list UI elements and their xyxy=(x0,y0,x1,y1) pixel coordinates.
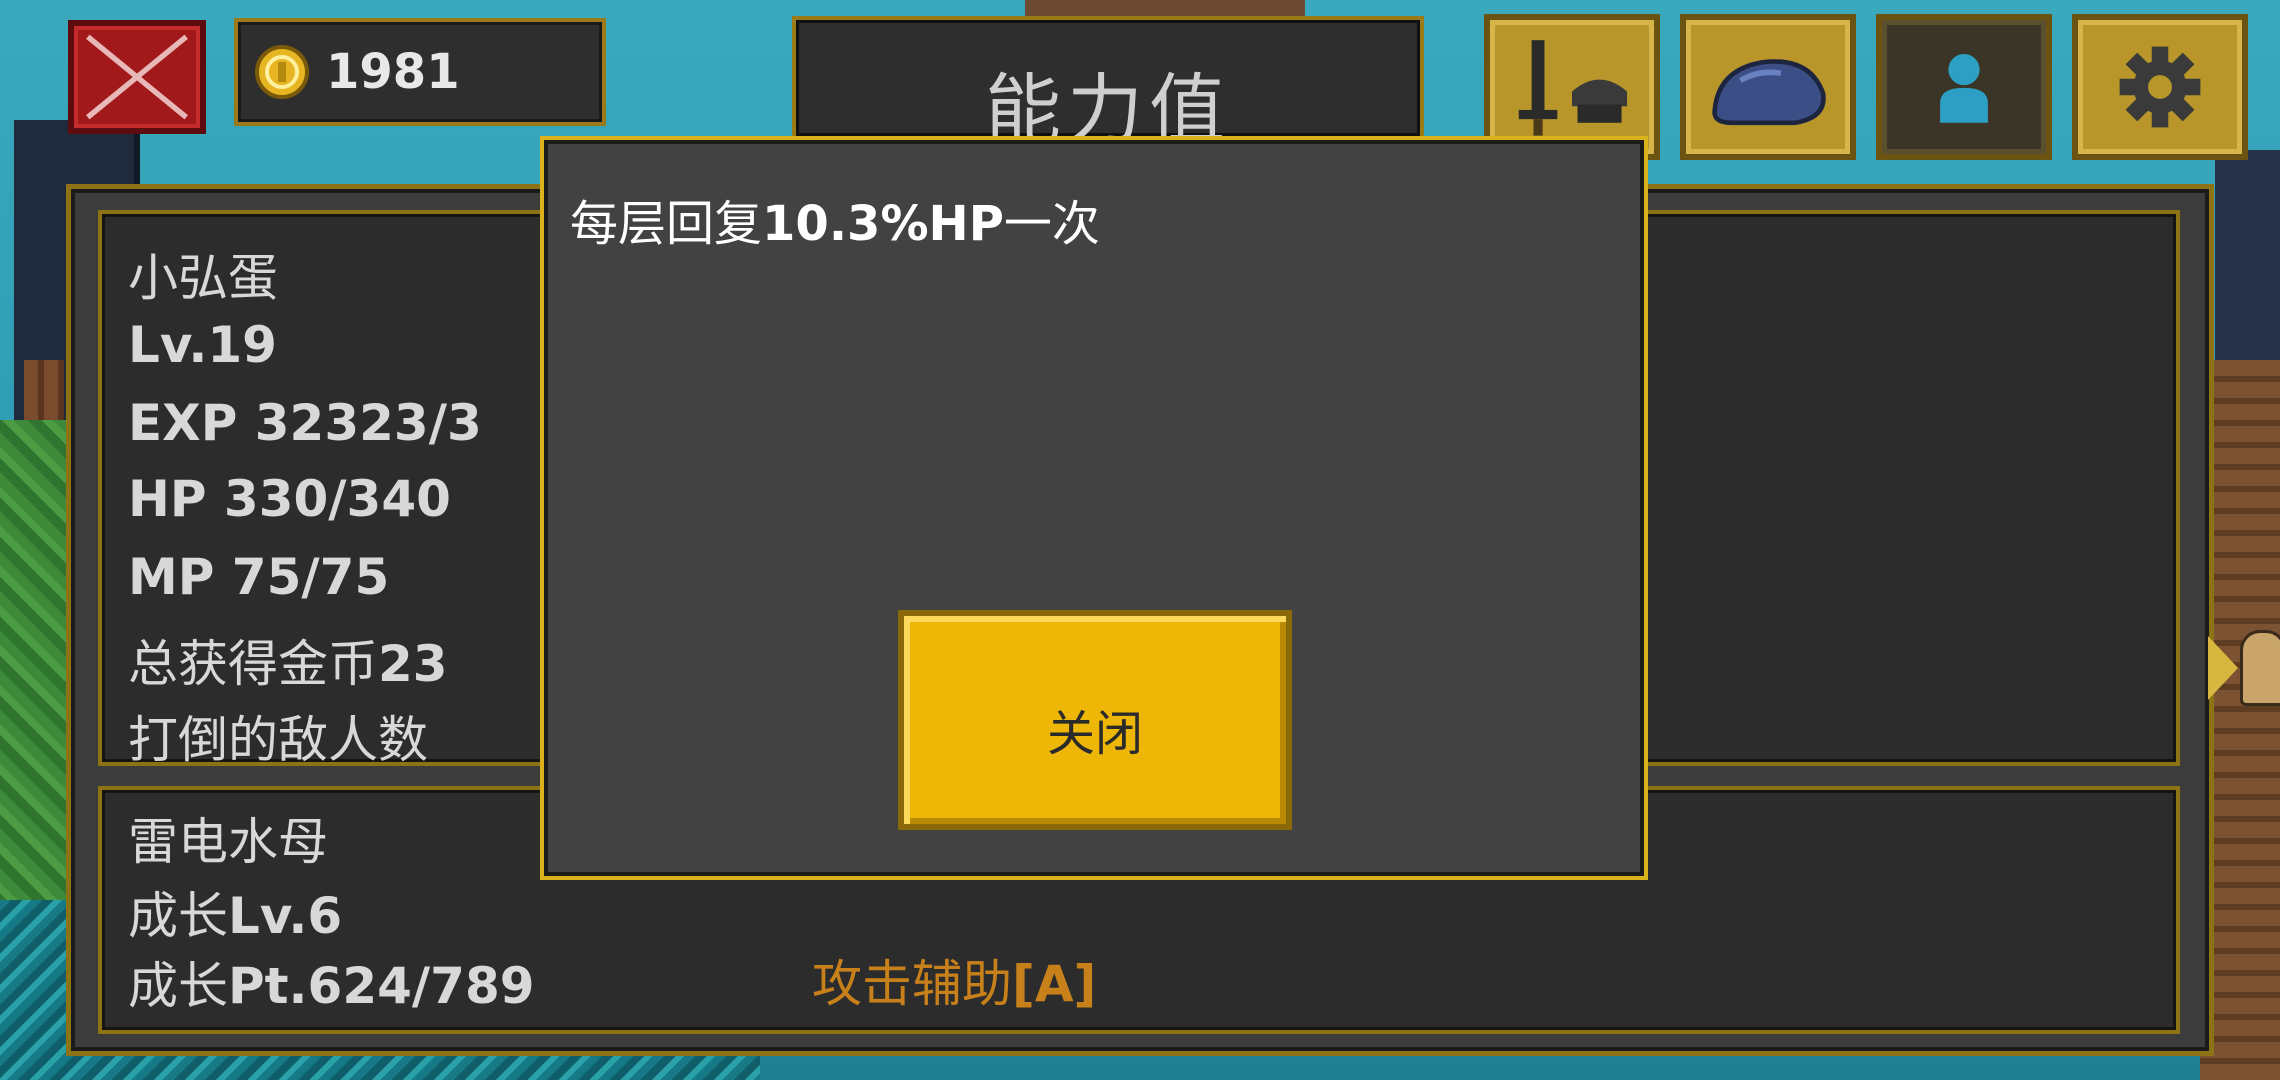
dialog-message: 每层回复10.3%HP一次 xyxy=(570,184,1100,254)
growth-level-value: Lv.6 xyxy=(228,887,343,945)
pet-skill-rank: [A] xyxy=(1012,955,1097,1013)
coin-icon xyxy=(255,45,309,99)
character-name: 小弘蛋 xyxy=(128,249,278,307)
character-level: Lv.19 xyxy=(128,316,277,374)
stone-icon xyxy=(1712,59,1826,126)
total-gold-label: 总获得金币 xyxy=(128,635,378,693)
person-icon xyxy=(1940,53,1988,123)
total-gold: 总获得金币23 xyxy=(128,624,448,696)
coin-counter: 1981 xyxy=(234,18,606,126)
dialog-message-suffix: 一次 xyxy=(1003,196,1100,252)
info-dialog: 每层回复10.3%HP一次 关闭 xyxy=(540,136,1648,880)
growth-points-value: Pt.624/789 xyxy=(228,957,535,1015)
mp-value: MP 75/75 xyxy=(128,548,390,606)
exp-value: EXP 32323/3 xyxy=(128,394,482,452)
dialog-message-value: 10.3%HP xyxy=(762,196,1004,252)
character-mp: MP 75/75 xyxy=(128,548,389,606)
close-icon xyxy=(86,34,188,120)
enemies-defeated: 打倒的敌人数 xyxy=(128,700,428,772)
roof-scenery xyxy=(2215,150,2280,360)
character-exp: EXP 32323/3 xyxy=(128,394,482,452)
exit-button[interactable] xyxy=(68,20,206,134)
pet-growth-points: 成长Pt.624/789 xyxy=(128,946,535,1018)
next-arrow-icon[interactable] xyxy=(2208,636,2238,700)
level-value: Lv.19 xyxy=(128,316,277,374)
gear-icon xyxy=(2119,46,2201,128)
close-dialog-label: 关闭 xyxy=(1046,706,1143,762)
tab-settings[interactable] xyxy=(2072,14,2248,160)
growth-points-label: 成长 xyxy=(128,957,228,1015)
enemies-defeated-label: 打倒的敌人数 xyxy=(128,711,428,769)
pet-skill-name: 攻击辅助 xyxy=(812,955,1012,1013)
sword-helmet-icon xyxy=(1518,40,1628,136)
close-dialog-button[interactable]: 关闭 xyxy=(898,610,1292,830)
page-title-box: 能力值 xyxy=(792,16,1424,154)
dialog-message-prefix: 每层回复 xyxy=(570,196,763,252)
character-hp: HP 330/340 xyxy=(128,470,451,528)
npc-figure xyxy=(2240,630,2280,706)
pet-name: 雷电水母 xyxy=(128,813,328,871)
hp-value: HP 330/340 xyxy=(128,470,451,528)
total-gold-value: 23 xyxy=(378,635,448,693)
growth-label: 成长 xyxy=(128,887,228,945)
tab-items[interactable] xyxy=(1680,14,1856,160)
coin-amount: 1981 xyxy=(326,44,460,100)
pet-growth-level: 成长Lv.6 xyxy=(128,876,342,948)
tab-status[interactable] xyxy=(1876,14,2052,160)
pet-skill: 攻击辅助[A] xyxy=(812,944,1096,1016)
